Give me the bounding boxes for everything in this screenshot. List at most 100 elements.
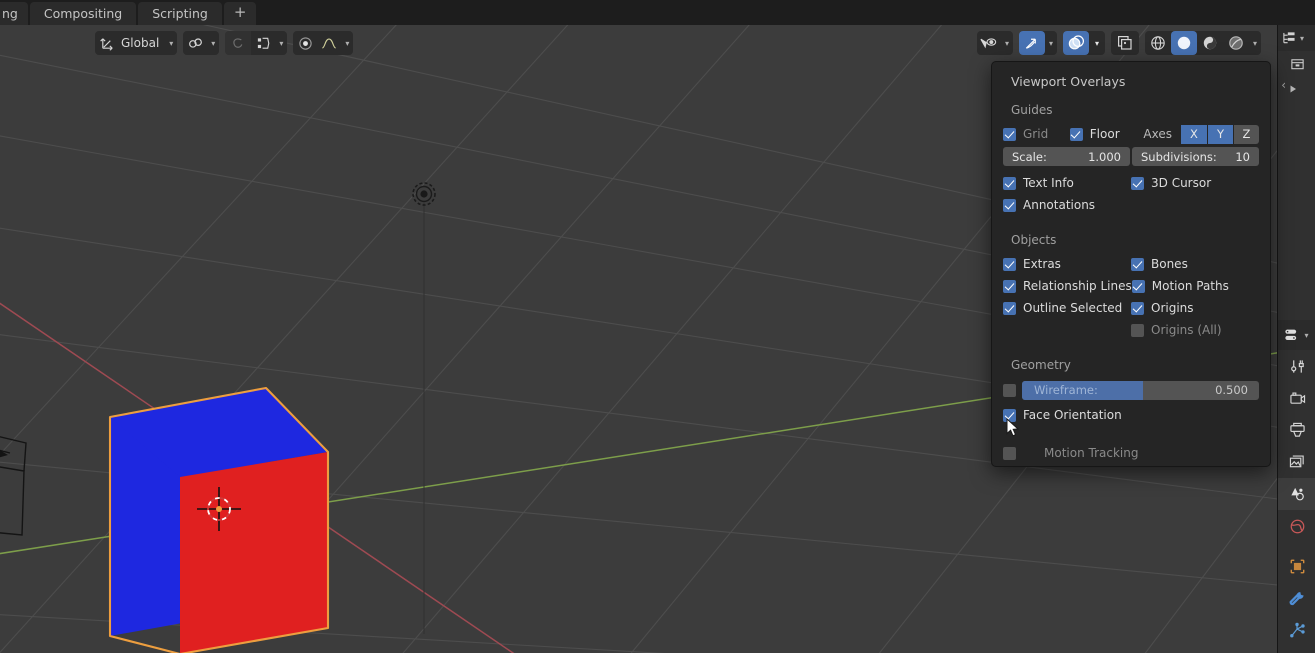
properties-tab-view-layer[interactable] <box>1278 446 1315 478</box>
overlay-toggle-relationship-lines[interactable]: Relationship Lines <box>1003 279 1132 293</box>
overlay-toggle-origins[interactable]: Origins <box>1131 301 1259 315</box>
checkbox-grid[interactable] <box>1003 127 1016 141</box>
falloff-group[interactable]: ▾ <box>293 31 354 55</box>
section-title-objects: Objects <box>1011 233 1057 247</box>
transform-orientation-group[interactable]: Global ▾ <box>95 31 178 55</box>
objects-row-2: Relationship Lines Motion Paths <box>1003 276 1259 296</box>
chevron-down-icon[interactable]: ▾ <box>341 39 353 48</box>
popover-collapse-icon[interactable]: ‹ <box>1281 78 1286 92</box>
overlay-toggle-bones[interactable]: Bones <box>1131 257 1259 271</box>
overlays-group[interactable]: ▾ <box>1062 31 1105 55</box>
properties-tab-render[interactable] <box>1278 382 1315 414</box>
axis-toggle-y[interactable]: Y <box>1207 124 1233 144</box>
checkbox-annotations[interactable] <box>1003 198 1016 212</box>
wireframe-slider[interactable]: Wireframe: 0.500 <box>1022 380 1259 400</box>
falloff-dot-icon[interactable] <box>293 31 317 55</box>
checkbox-text-info[interactable] <box>1003 176 1016 190</box>
overlay-toggle-grid[interactable]: Grid <box>1003 127 1070 141</box>
properties-tab-object[interactable] <box>1278 550 1315 582</box>
axes-toggle-group: Axes X Y Z <box>1143 124 1259 144</box>
checkbox-origins-all[interactable] <box>1131 323 1144 337</box>
overlay-toggle-motion-paths[interactable]: Motion Paths <box>1131 279 1259 293</box>
checkbox-outline-selected[interactable] <box>1003 301 1016 315</box>
overlay-toggle-floor[interactable]: Floor <box>1069 127 1144 141</box>
overlay-toggle-face-orientation[interactable]: Face Orientation <box>1003 408 1122 422</box>
chevron-down-icon[interactable]: ▾ <box>1300 34 1304 43</box>
magnet-snap-icon[interactable] <box>183 31 207 55</box>
eye-selectability-icon[interactable] <box>977 31 1001 55</box>
viewport-overlays-popover[interactable]: ‹ Viewport Overlays Guides Grid Floor Ax… <box>991 61 1286 467</box>
chevron-down-icon[interactable]: ▾ <box>275 39 287 48</box>
properties-editor-type-selector[interactable]: ▾ <box>1278 320 1315 350</box>
overlay-toggle-extras[interactable]: Extras <box>1003 257 1131 271</box>
properties-tab-output[interactable] <box>1278 414 1315 446</box>
checkbox-extras[interactable] <box>1003 257 1016 271</box>
falloff-smooth-curve-icon[interactable] <box>317 31 341 55</box>
chevron-down-icon[interactable]: ▾ <box>207 39 219 48</box>
grid-scale-field[interactable]: Scale: 1.000 <box>1003 147 1130 166</box>
value-grid-scale: 1.000 <box>1088 149 1121 164</box>
checkbox-3d-cursor[interactable] <box>1131 176 1144 190</box>
gizmo-icon[interactable] <box>1018 31 1045 55</box>
overlay-toggle-motion-tracking[interactable]: Motion Tracking <box>1003 446 1138 460</box>
workspace-tab-animation-clipped[interactable]: ng <box>0 2 28 25</box>
checkbox-relationship-lines[interactable] <box>1003 279 1016 293</box>
properties-tab-world[interactable] <box>1278 510 1315 542</box>
overlay-toggle-outline-selected[interactable]: Outline Selected <box>1003 301 1131 315</box>
shading-mode-group[interactable]: ▾ <box>1144 31 1261 55</box>
label-floor: Floor <box>1089 127 1120 141</box>
snapping-group[interactable]: ▾ <box>183 31 220 55</box>
checkbox-motion-tracking[interactable] <box>1003 446 1016 460</box>
overlays-sphere-icon[interactable] <box>1062 31 1089 55</box>
shading-solid-icon[interactable] <box>1170 31 1197 55</box>
grid-subdivisions-field[interactable]: Subdivisions: 10 <box>1132 147 1259 166</box>
properties-tab-modifiers[interactable] <box>1278 582 1315 614</box>
checkbox-origins[interactable] <box>1131 301 1144 315</box>
overlay-toggle-origins-all[interactable]: Origins (All) <box>1131 323 1259 337</box>
proportional-editing-group[interactable]: ▾ <box>225 31 288 55</box>
shading-rendered-icon[interactable] <box>1223 31 1249 55</box>
disclosure-triangle-icon <box>1290 85 1296 93</box>
properties-tab-tool[interactable] <box>1278 350 1315 382</box>
properties-tab-scene[interactable] <box>1278 478 1315 510</box>
guides-textinfo-cursor-row: Text Info 3D Cursor <box>1003 173 1259 193</box>
proportional-edit-icon[interactable] <box>225 31 252 55</box>
label-outline-selected: Outline Selected <box>1023 301 1123 315</box>
workspace-tab-scripting[interactable]: Scripting <box>138 2 222 25</box>
chevron-down-icon[interactable]: ▾ <box>1249 39 1261 48</box>
overlay-toggle-3d-cursor[interactable]: 3D Cursor <box>1131 176 1259 190</box>
view-layer-images-icon <box>1289 455 1304 468</box>
label-origins-all: Origins (All) <box>1151 323 1222 337</box>
shading-material-preview-icon[interactable] <box>1197 31 1223 55</box>
xray-toggle-icon[interactable] <box>1111 31 1139 55</box>
outliner-collection-row[interactable] <box>1278 51 1315 77</box>
checkbox-bones[interactable] <box>1131 257 1144 271</box>
overlay-toggle-annotations[interactable]: Annotations <box>1003 198 1136 212</box>
chevron-down-icon[interactable]: ▾ <box>1001 39 1013 48</box>
gizmos-group[interactable]: ▾ <box>1018 31 1057 55</box>
checkbox-motion-paths[interactable] <box>1131 279 1145 293</box>
chevron-down-icon[interactable]: ▾ <box>1304 331 1308 340</box>
properties-tab-particles[interactable] <box>1278 614 1315 646</box>
properties-editor-rail: ▾ ▾ <box>1277 25 1315 653</box>
checkbox-floor[interactable] <box>1069 127 1083 141</box>
axis-toggle-z[interactable]: Z <box>1233 124 1259 144</box>
xray-group[interactable] <box>1110 31 1139 55</box>
label-grid-scale: Scale: <box>1012 149 1047 164</box>
add-workspace-button[interactable]: + <box>223 2 257 25</box>
chevron-down-icon[interactable]: ▾ <box>165 39 177 48</box>
axis-toggle-x[interactable]: X <box>1181 124 1207 144</box>
world-icon <box>1290 519 1304 533</box>
chevron-down-icon[interactable]: ▾ <box>1089 31 1105 55</box>
output-printer-icon <box>1289 422 1305 437</box>
chevron-down-icon[interactable]: ▾ <box>1045 39 1057 48</box>
workspace-tab-compositing[interactable]: Compositing <box>29 2 137 25</box>
checkbox-wireframe[interactable] <box>1003 383 1016 397</box>
overlay-toggle-text-info[interactable]: Text Info <box>1003 176 1131 190</box>
editor-type-selector[interactable]: ▾ <box>1278 25 1315 51</box>
object-visibility-group[interactable]: ▾ <box>976 31 1013 55</box>
shading-wireframe-icon[interactable] <box>1145 31 1171 55</box>
proportional-objects-icon[interactable] <box>251 31 275 55</box>
label-motion-paths: Motion Paths <box>1151 279 1229 293</box>
objects-row-1: Extras Bones <box>1003 254 1259 274</box>
